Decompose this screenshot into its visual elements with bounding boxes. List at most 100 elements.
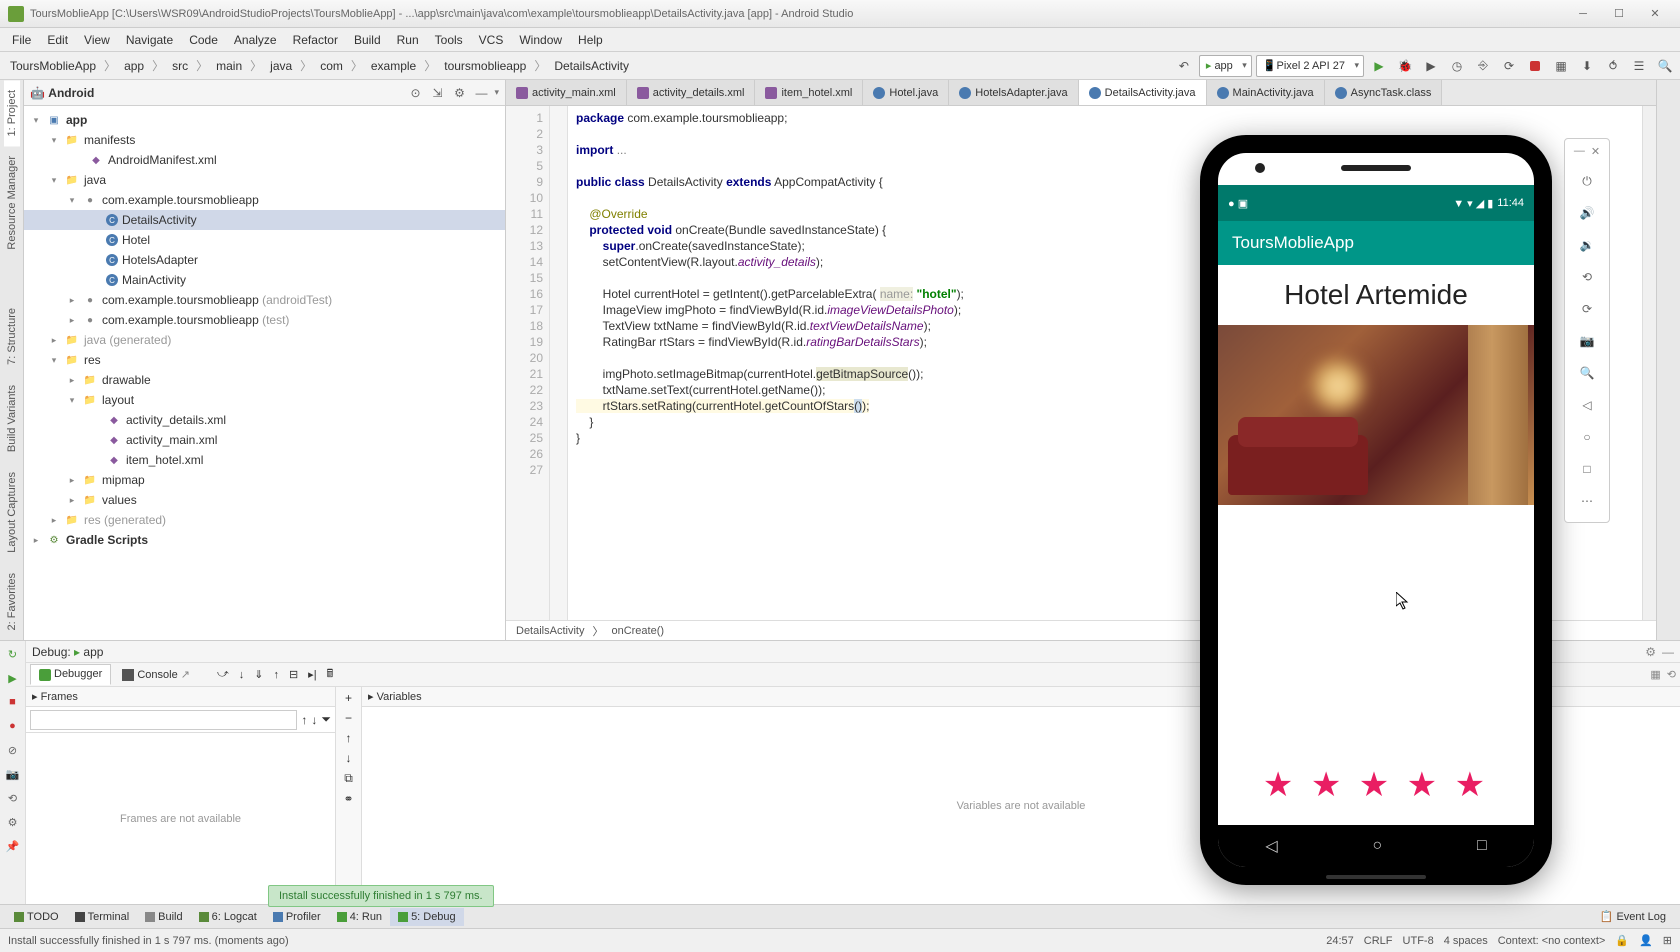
settings-icon[interactable]: ⚙ bbox=[450, 84, 468, 102]
emu-screenshot-icon[interactable]: 📷 bbox=[1572, 326, 1602, 356]
force-step-into-icon[interactable]: ⇓ bbox=[250, 668, 267, 681]
stop-button[interactable] bbox=[1524, 55, 1546, 77]
menu-refactor[interactable]: Refactor bbox=[285, 31, 346, 49]
run-config-combo[interactable]: ▸ app bbox=[1199, 55, 1252, 77]
stop-icon[interactable]: ■ bbox=[4, 693, 22, 711]
tab-details-activity[interactable]: DetailsActivity.java bbox=[1079, 80, 1207, 105]
status-lock-icon[interactable]: 🔒 bbox=[1615, 934, 1629, 947]
emu-close-icon[interactable]: ✕ bbox=[1591, 145, 1600, 158]
tree-gradle[interactable]: ▸⚙Gradle Scripts bbox=[24, 530, 505, 550]
debug-settings-icon[interactable]: ⚙ bbox=[1645, 645, 1656, 659]
emu-volume-down-icon[interactable]: 🔉 bbox=[1572, 230, 1602, 260]
hide-icon[interactable]: — bbox=[472, 84, 490, 102]
down-icon[interactable]: ↓ bbox=[346, 751, 352, 765]
tab-debugger[interactable]: Debugger bbox=[30, 664, 111, 684]
tree-manifests[interactable]: ▾📁manifests bbox=[24, 130, 505, 150]
up-icon[interactable]: ↑ bbox=[346, 731, 352, 745]
menu-analyze[interactable]: Analyze bbox=[226, 31, 285, 49]
tree-drawable[interactable]: ▸📁drawable bbox=[24, 370, 505, 390]
status-inspection-icon[interactable]: 👤 bbox=[1639, 934, 1653, 947]
btab-todo[interactable]: TODO bbox=[6, 908, 67, 926]
menu-run[interactable]: Run bbox=[389, 31, 427, 49]
vtab-build-variants[interactable]: Build Variants bbox=[4, 375, 20, 462]
bc-file[interactable]: DetailsActivity bbox=[548, 57, 635, 75]
tree-layout[interactable]: ▾📁layout bbox=[24, 390, 505, 410]
profile-button[interactable]: ◷ bbox=[1446, 55, 1468, 77]
tab-activity-main[interactable]: activity_main.xml bbox=[506, 80, 627, 105]
bc-src[interactable]: src bbox=[166, 57, 194, 75]
bc-pkg[interactable]: toursmoblieapp bbox=[438, 57, 532, 75]
project-panel-header[interactable]: 🤖 Android ⊙ ⇲ ⚙ — bbox=[24, 80, 505, 106]
tab-hotel[interactable]: Hotel.java bbox=[863, 80, 949, 105]
vtab-layout-captures[interactable]: Layout Captures bbox=[4, 462, 20, 563]
btab-eventlog[interactable]: 📋 Event Log bbox=[1592, 907, 1674, 926]
vtab-resource-manager[interactable]: Resource Manager bbox=[4, 146, 20, 260]
apply-changes-button[interactable]: ⟳ bbox=[1498, 55, 1520, 77]
tab-console[interactable]: Console ↗ bbox=[113, 664, 199, 685]
attach-button[interactable]: ⎆ bbox=[1472, 55, 1494, 77]
avd-button[interactable]: ▦ bbox=[1550, 55, 1572, 77]
next-frame-icon[interactable]: ↓ bbox=[311, 713, 317, 727]
bc-com[interactable]: com bbox=[314, 57, 349, 75]
emu-rotate-right-icon[interactable]: ⟳ bbox=[1572, 294, 1602, 324]
run-button[interactable]: ▶ bbox=[1368, 55, 1390, 77]
remove-icon[interactable]: − bbox=[345, 711, 352, 725]
bc-java[interactable]: java bbox=[264, 57, 298, 75]
tab-main-activity[interactable]: MainActivity.java bbox=[1207, 80, 1325, 105]
tree-res-gen[interactable]: ▸📁res (generated) bbox=[24, 510, 505, 530]
tree-java-gen[interactable]: ▸📁java (generated) bbox=[24, 330, 505, 350]
btab-build[interactable]: Build bbox=[137, 908, 190, 926]
run-to-cursor-icon[interactable]: ▸| bbox=[304, 668, 320, 681]
view-breakpoints-icon[interactable]: ● bbox=[4, 717, 22, 735]
emu-home-icon[interactable]: ○ bbox=[1572, 422, 1602, 452]
tree-pkg[interactable]: ▾●com.example.toursmoblieapp bbox=[24, 190, 505, 210]
menu-code[interactable]: Code bbox=[181, 31, 226, 49]
emulator-screen[interactable]: ● ▣ ▼ ▾ ◢ ▮ 11:44 ToursMoblieApp Hotel A… bbox=[1218, 153, 1534, 867]
emu-zoom-icon[interactable]: 🔍 bbox=[1572, 358, 1602, 388]
tree-values[interactable]: ▸📁values bbox=[24, 490, 505, 510]
menu-view[interactable]: View bbox=[76, 31, 118, 49]
device-combo[interactable]: 📱 Pixel 2 API 27 bbox=[1256, 55, 1364, 77]
menu-help[interactable]: Help bbox=[570, 31, 611, 49]
tab-asynctask[interactable]: AsyncTask.class bbox=[1325, 80, 1443, 105]
tree-res[interactable]: ▾📁res bbox=[24, 350, 505, 370]
rerun-icon[interactable]: ↻ bbox=[4, 645, 22, 663]
menu-build[interactable]: Build bbox=[346, 31, 389, 49]
tree-mipmap[interactable]: ▸📁mipmap bbox=[24, 470, 505, 490]
back-icon[interactable]: ↶ bbox=[1173, 55, 1195, 77]
tree-app[interactable]: ▾▣app bbox=[24, 110, 505, 130]
menu-edit[interactable]: Edit bbox=[39, 31, 76, 49]
rating-stars[interactable]: ★ ★ ★ ★ ★ bbox=[1218, 751, 1534, 825]
resume-icon[interactable]: ▶ bbox=[4, 669, 22, 687]
step-into-icon[interactable]: ↓ bbox=[235, 669, 249, 681]
drop-frame-icon[interactable]: ⊟ bbox=[285, 668, 302, 681]
bc-app[interactable]: app bbox=[118, 57, 150, 75]
filter-icon[interactable]: ⏷ bbox=[321, 712, 331, 727]
tree-class-adapter[interactable]: CHotelsAdapter bbox=[24, 250, 505, 270]
step-over-icon[interactable]: ⤻ bbox=[213, 668, 233, 681]
coverage-button[interactable]: ▶ bbox=[1420, 55, 1442, 77]
nav-back-icon[interactable]: ◁ bbox=[1265, 836, 1277, 856]
window-close[interactable]: ✕ bbox=[1638, 4, 1672, 24]
pin-icon[interactable]: 📌 bbox=[4, 837, 22, 855]
sync-button[interactable]: ⥀ bbox=[1602, 55, 1624, 77]
layout-icon[interactable]: ▦ bbox=[1650, 668, 1660, 681]
emu-minimize-icon[interactable]: — bbox=[1574, 145, 1585, 158]
debug-button[interactable]: 🐞 bbox=[1394, 55, 1416, 77]
emu-rotate-left-icon[interactable]: ⟲ bbox=[1572, 262, 1602, 292]
scroll-from-source-icon[interactable]: ⊙ bbox=[406, 84, 424, 102]
nav-recents-icon[interactable]: □ bbox=[1477, 837, 1487, 855]
vtab-structure[interactable]: 7: Structure bbox=[4, 298, 20, 375]
editor-scrollbar[interactable] bbox=[1642, 106, 1656, 620]
tree-layout-main[interactable]: ◆activity_main.xml bbox=[24, 430, 505, 450]
menu-navigate[interactable]: Navigate bbox=[118, 31, 181, 49]
step-out-icon[interactable]: ↑ bbox=[269, 669, 283, 681]
emu-power-icon[interactable]: ⏻ bbox=[1572, 166, 1602, 196]
structure-button[interactable]: ☰ bbox=[1628, 55, 1650, 77]
mute-breakpoints-icon[interactable]: ⊘ bbox=[4, 741, 22, 759]
window-minimize[interactable]: ─ bbox=[1566, 4, 1600, 24]
btab-logcat[interactable]: 6: Logcat bbox=[191, 908, 265, 926]
tree-layout-details[interactable]: ◆activity_details.xml bbox=[24, 410, 505, 430]
menu-tools[interactable]: Tools bbox=[427, 31, 471, 49]
tab-adapter[interactable]: HotelsAdapter.java bbox=[949, 80, 1078, 105]
